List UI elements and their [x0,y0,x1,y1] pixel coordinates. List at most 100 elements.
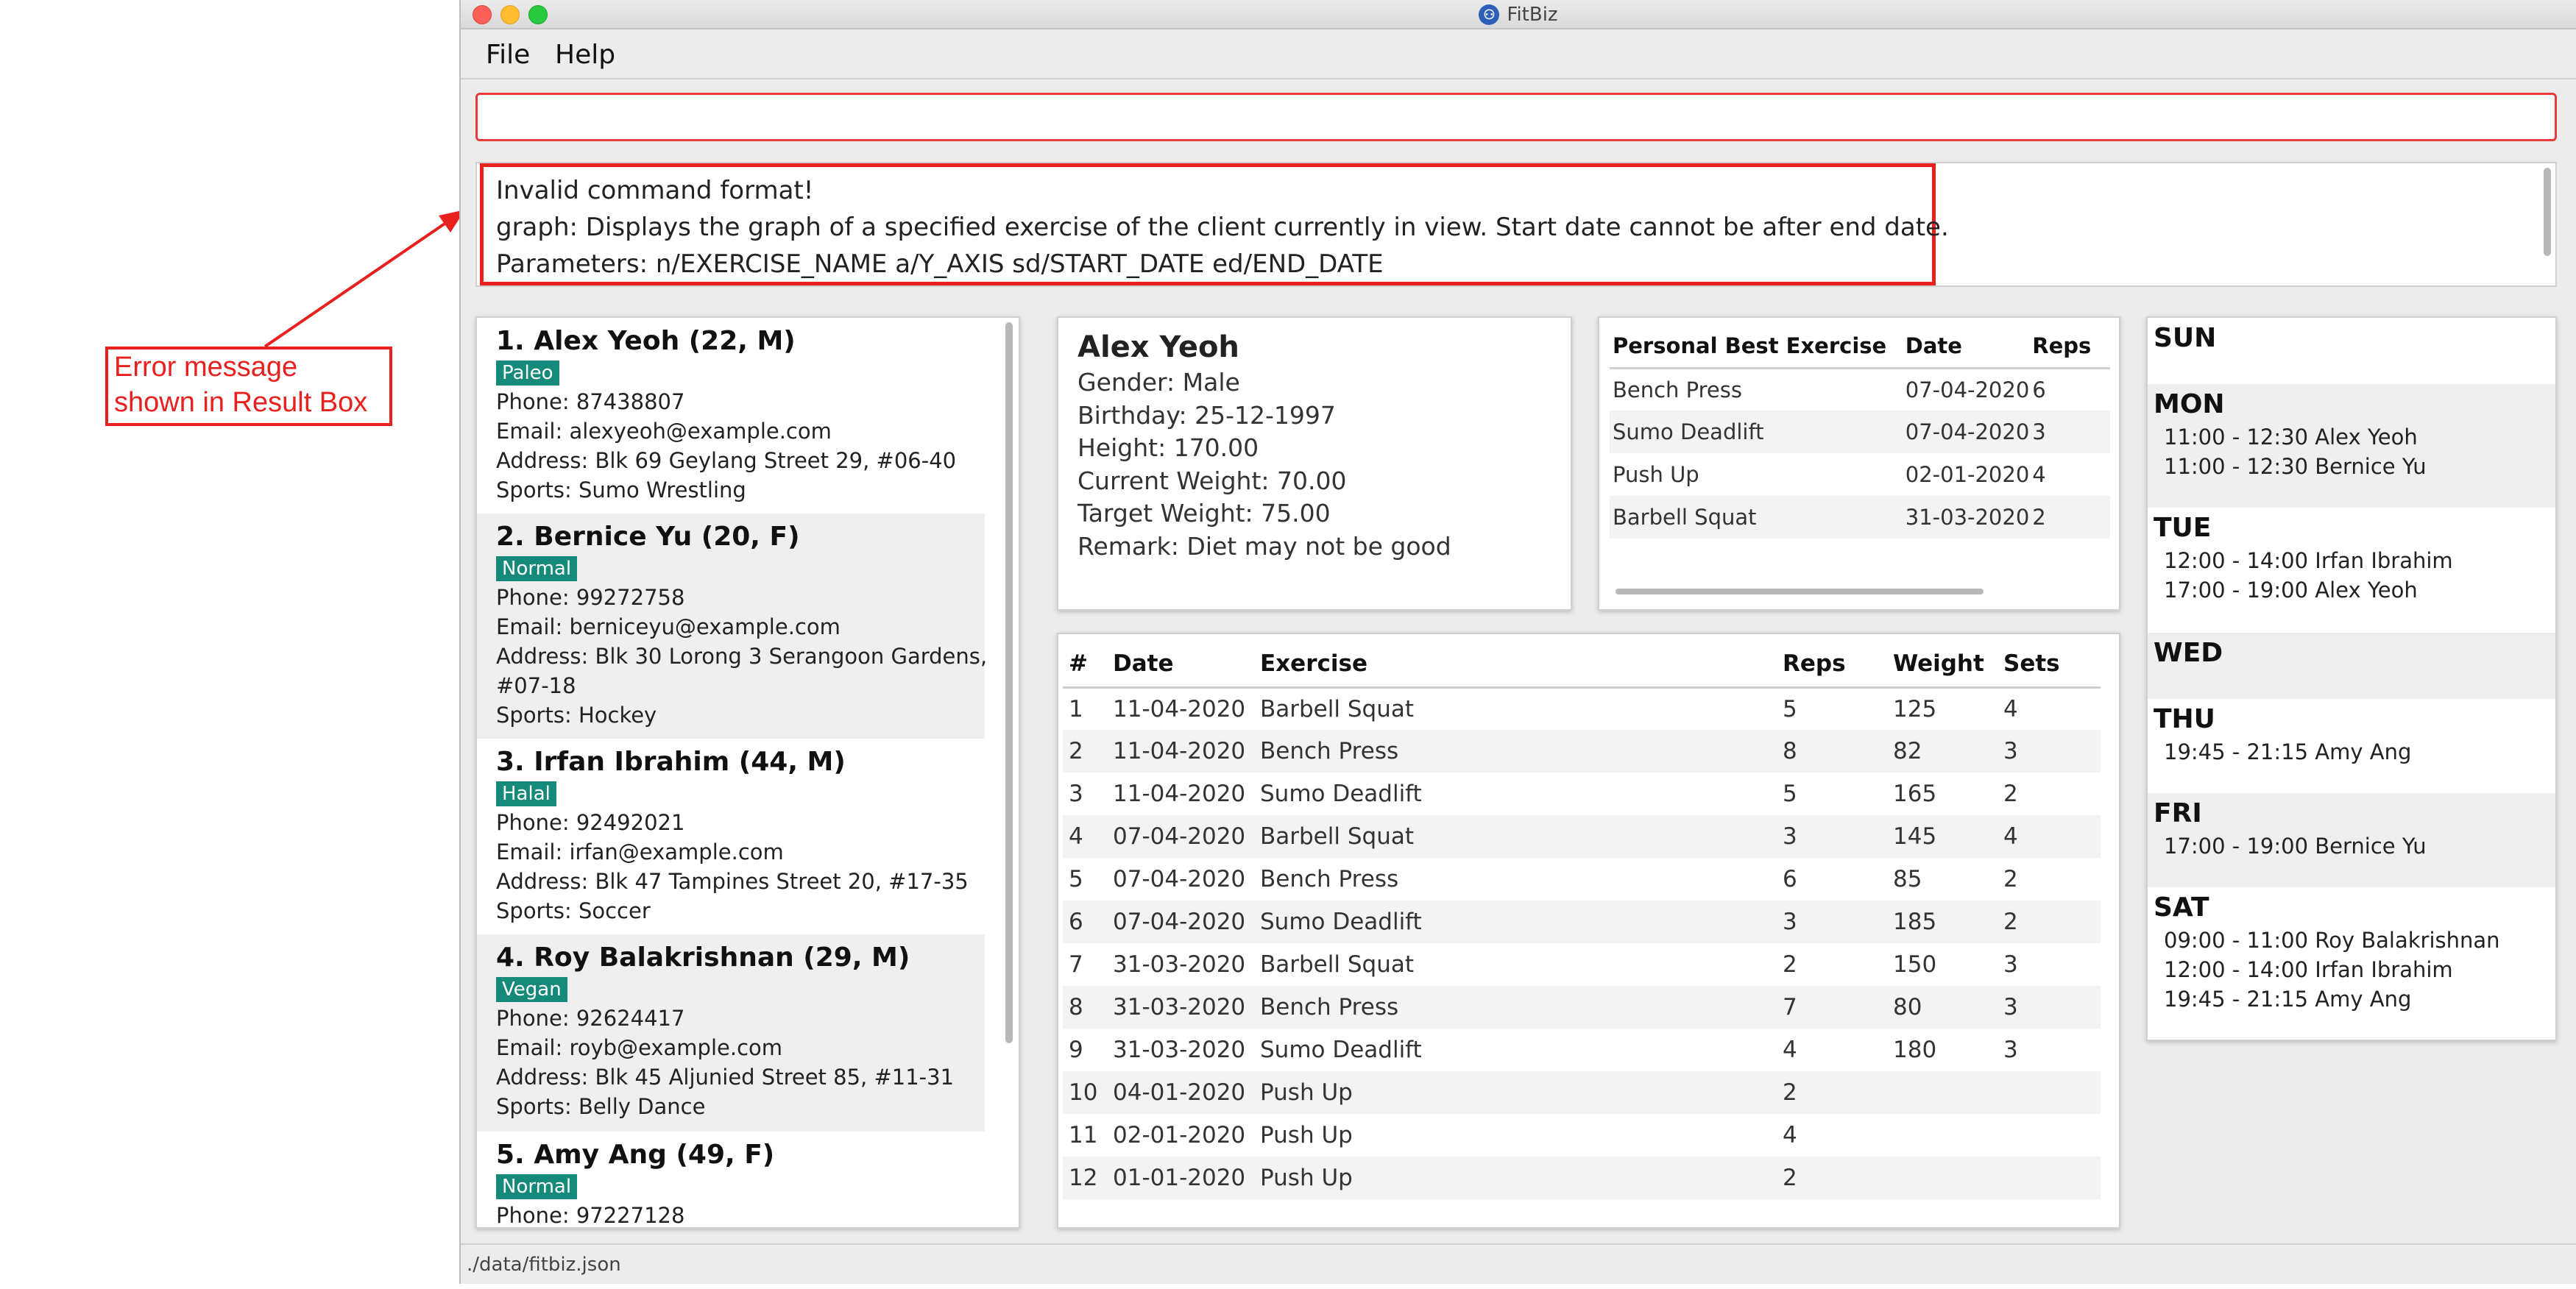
result-box: Invalid command format! graph: Displays … [475,162,2557,287]
client-card[interactable]: 3. Irfan Ibrahim (44, M) Halal Phone: 92… [477,739,985,934]
ex-cell-index: 7 [1069,951,1083,978]
pb-cell-date: 07-04-2020 [1902,411,2030,453]
ex-cell-index: 6 [1063,901,1107,943]
ex-cell-reps: 4 [1783,1122,1797,1148]
client-phone: Phone: 92624417 [496,1006,685,1031]
schedule-entry[interactable]: 12:00 - 14:00 Irfan Ibrahim [2154,955,2550,984]
pb-cell-date: 07-04-2020 [1905,377,2030,402]
ex-cell-index: 5 [1069,866,1083,892]
client-sports: Sports: Hockey [496,703,657,728]
menu-help[interactable]: Help [555,40,615,70]
pb-cell-reps: 3 [2029,411,2110,453]
client-card[interactable]: 4. Roy Balakrishnan (29, M) Vegan Phone:… [477,934,985,1132]
ex-cell-index: 3 [1069,781,1083,807]
table-row[interactable]: 7 31-03-2020 Barbell Squat 2 150 3 [1063,943,2101,986]
annotation-line-2: shown in Result Box [114,387,368,418]
table-row[interactable]: 8 31-03-2020 Bench Press 7 80 3 [1063,986,2101,1029]
ex-header-exercise[interactable]: Exercise [1254,642,1777,689]
client-tag: Normal [496,556,578,581]
ex-cell-sets: 3 [2003,951,2018,978]
ex-cell-exercise: Bench Press [1254,730,1777,773]
ex-cell-date: 01-01-2020 [1107,1157,1254,1199]
client-address: Address: Blk 45 Aljunied Street 85, #11-… [496,1065,955,1090]
ex-cell-weight [1887,1071,1998,1114]
table-row[interactable]: 1 11-04-2020 Barbell Squat 5 125 4 [1063,687,2101,730]
ex-cell-date: 31-03-2020 [1113,1037,1246,1063]
ex-header-index[interactable]: # [1063,642,1107,689]
client-name: 1. Alex Yeoh (22, M) [496,326,796,356]
pb-cell-exercise: Bench Press [1613,377,1742,402]
ex-cell-weight: 85 [1893,866,1922,892]
profile-current-weight: Current Weight: 70.00 [1078,466,1347,495]
schedule-entry[interactable]: 09:00 - 11:00 Roy Balakrishnan [2154,926,2550,955]
command-input[interactable] [475,93,2557,141]
table-row[interactable]: Barbell Squat 31-03-2020 2 [1610,496,2110,539]
client-profile-panel: Alex Yeoh Gender: Male Birthday: 25-12-1… [1057,316,1572,611]
table-row[interactable]: 9 31-03-2020 Sumo Deadlift 4 180 3 [1063,1029,2101,1071]
client-phone: Phone: 92492021 [496,810,685,835]
ex-header-date[interactable]: Date [1107,642,1254,689]
ex-cell-exercise: Push Up [1254,1071,1777,1114]
table-row[interactable]: Bench Press 07-04-2020 6 [1610,368,2110,411]
ex-cell-sets: 2 [1998,901,2101,943]
pb-header-exercise[interactable]: Personal Best Exercise [1610,325,1903,369]
ex-header-weight[interactable]: Weight [1887,642,1998,689]
exercise-panel: # Date Exercise Reps Weight Sets 1 11-04-… [1057,633,2120,1229]
schedule-entry[interactable]: 17:00 - 19:00 Alex Yeoh [2154,575,2550,605]
ex-header-sets[interactable]: Sets [1998,642,2101,689]
ex-cell-weight: 80 [1887,986,1998,1029]
table-row[interactable]: 11 02-01-2020 Push Up 4 [1063,1114,2101,1157]
client-card[interactable]: 2. Bernice Yu (20, F) Normal Phone: 9927… [477,514,987,739]
menu-file[interactable]: File [486,40,530,70]
menu-bar: File Help [461,31,2576,79]
table-row[interactable]: Sumo Deadlift 07-04-2020 3 [1610,411,2110,453]
ex-cell-reps: 5 [1783,695,1797,722]
table-row[interactable]: 12 01-01-2020 Push Up 2 [1063,1157,2101,1199]
personal-best-panel: Personal Best Exercise Date Reps Bench P… [1598,316,2120,611]
ex-cell-exercise: Barbell Squat [1254,815,1777,858]
table-row[interactable]: 2 11-04-2020 Bench Press 8 82 3 [1063,730,2101,773]
table-row[interactable]: 5 07-04-2020 Bench Press 6 85 2 [1063,858,2101,901]
ex-cell-index: 8 [1063,986,1107,1029]
ex-cell-reps: 7 [1777,986,1887,1029]
pb-cell-reps: 2 [2029,496,2110,539]
result-text: Invalid command format! graph: Displays … [496,172,1949,283]
table-row[interactable]: Push Up 02-01-2020 4 [1610,453,2110,496]
result-scrollbar[interactable] [2544,168,2551,256]
ex-cell-date: 07-04-2020 [1107,901,1254,943]
ex-cell-exercise: Sumo Deadlift [1254,901,1777,943]
ex-cell-sets [1998,1071,2101,1114]
client-list-scrollbar[interactable] [1005,322,1013,1043]
table-row[interactable]: 6 07-04-2020 Sumo Deadlift 3 185 2 [1063,901,2101,943]
client-card[interactable]: 1. Alex Yeoh (22, M) Paleo Phone: 874388… [477,318,985,514]
client-name: 5. Amy Ang (49, F) [496,1140,775,1170]
client-phone: Phone: 87438807 [496,389,685,414]
client-phone: Phone: 97227128 [496,1203,685,1228]
app-window: ⚇ FitBiz File Help Invalid command forma… [459,0,2576,1284]
table-row[interactable]: 10 04-01-2020 Push Up 2 [1063,1071,2101,1114]
schedule-entry[interactable]: 17:00 - 19:00 Bernice Yu [2154,831,2550,861]
schedule-entry[interactable]: 11:00 - 12:30 Bernice Yu [2154,452,2550,481]
schedule-entry[interactable]: 11:00 - 12:30 Alex Yeoh [2154,422,2550,452]
ex-cell-sets: 4 [2003,695,2018,722]
ex-cell-exercise: Sumo Deadlift [1260,781,1422,807]
day-label: TUE [2154,513,2212,543]
client-tag: Halal [496,781,556,806]
pb-header-reps[interactable]: Reps [2029,325,2110,369]
ex-cell-date: 31-03-2020 [1113,951,1246,978]
client-card[interactable]: 5. Amy Ang (49, F) Normal Phone: 9722712… [477,1132,985,1228]
ex-header-reps[interactable]: Reps [1777,642,1887,689]
pb-header-date[interactable]: Date [1902,325,2030,369]
schedule-entry[interactable]: 12:00 - 14:00 Irfan Ibrahim [2154,546,2550,575]
day-label: SAT [2154,892,2209,923]
personal-best-scrollbar[interactable] [1616,589,1984,594]
table-row[interactable]: 3 11-04-2020 Sumo Deadlift 5 165 2 [1063,773,2101,815]
client-sports: Sports: Belly Dance [496,1094,706,1119]
schedule-entry[interactable]: 19:45 - 21:15 Amy Ang [2154,984,2550,1014]
result-line-2: graph: Displays the graph of a specified… [496,213,1949,242]
client-tag: Normal [496,1174,578,1199]
schedule-entry[interactable]: 19:45 - 21:15 Amy Ang [2154,737,2550,767]
ex-cell-sets: 3 [1998,730,2101,773]
client-name: 4. Roy Balakrishnan (29, M) [496,942,910,973]
table-row[interactable]: 4 07-04-2020 Barbell Squat 3 145 4 [1063,815,2101,858]
